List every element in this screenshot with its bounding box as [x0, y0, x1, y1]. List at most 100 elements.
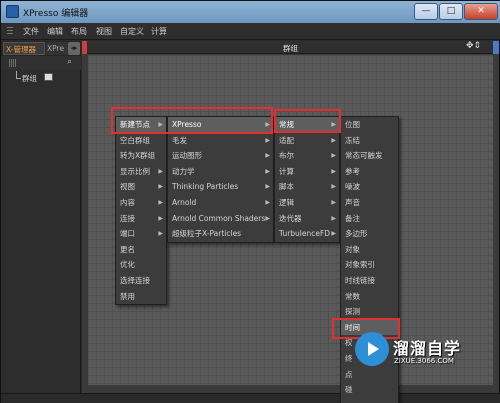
menu-view[interactable]: 视图 — [96, 26, 112, 37]
tab-x-manager[interactable]: X-管理器 — [3, 42, 45, 55]
xpresso-category-item[interactable]: TurbulenceFD ▶ — [275, 226, 339, 242]
panel-grip-icon — [9, 59, 17, 67]
general-node-item[interactable]: 多边形 — [341, 226, 398, 242]
xpresso-category-item[interactable]: 逻辑 ▶ — [275, 195, 339, 211]
search-icon[interactable]: ⌕ — [67, 57, 78, 68]
tree-item-group[interactable]: 群组 — [22, 73, 37, 84]
general-node-item-label: 终 — [345, 353, 353, 363]
node-category-item-label: 毛发 — [172, 135, 187, 145]
general-node-item[interactable]: 噪波 — [341, 179, 398, 195]
node-category-item-label: 超级粒子X-Particles — [172, 229, 242, 239]
node-category-item-label: Thinking Particles — [172, 182, 239, 192]
editor-title: 群组 — [283, 44, 298, 53]
xpresso-category-item[interactable]: 布尔 ▶ — [275, 148, 339, 164]
submenu-arrow-icon: ▶ — [158, 214, 163, 222]
xpresso-category-item-label: 迭代器 — [279, 213, 302, 223]
context-menu-item-label: 空白群组 — [120, 135, 150, 145]
general-node-item-label: 常数 — [345, 291, 360, 301]
context-menu-item[interactable]: 转为X群组 — [116, 148, 166, 164]
panel-toolbar: ⌕ — [1, 56, 81, 70]
tab-xpresso-pool[interactable]: XPre — [46, 42, 68, 55]
close-button[interactable]: ✕ — [464, 3, 498, 20]
node-category-item[interactable]: 运动图形 ▶ — [168, 148, 273, 164]
xpresso-category-item[interactable]: 适配 ▶ — [275, 133, 339, 149]
menu-custom[interactable]: 自定义 — [120, 26, 144, 37]
submenu-arrow-icon: ▶ — [331, 183, 336, 191]
submenu-arrow-icon: ▶ — [265, 136, 270, 144]
context-menu-item[interactable]: 选择连接 — [116, 273, 166, 289]
menu-layout[interactable]: 布局 — [71, 26, 87, 37]
context-menu-item-label: 选择连接 — [120, 275, 150, 285]
general-node-item[interactable]: 对象索引 — [341, 257, 398, 273]
general-node-item[interactable]: 声音 — [341, 195, 398, 211]
context-menu-item-label: 连接 — [120, 213, 135, 223]
highlight-new-node-xpresso — [111, 107, 273, 134]
general-node-item[interactable]: 碰 — [341, 382, 398, 398]
context-menu-item[interactable]: 禁用 — [116, 289, 166, 305]
general-node-item[interactable]: 位图 — [341, 117, 398, 133]
submenu-arrow-icon: ▶ — [158, 230, 163, 238]
context-menu-item-label: 显示比例 — [120, 166, 150, 176]
context-menu-item-label: 内容 — [120, 197, 135, 207]
context-menu-item-label: 优化 — [120, 260, 135, 270]
xpresso-category-item-label: 脚本 — [279, 182, 294, 192]
menu-edit[interactable]: 编辑 — [47, 26, 63, 37]
status-bar — [1, 393, 500, 403]
maximize-button[interactable]: □ — [439, 3, 463, 20]
general-node-item-label: 噪波 — [345, 182, 360, 192]
general-node-item-label: 权 — [345, 338, 353, 348]
context-menu-item-label: 更名 — [120, 244, 135, 254]
title-bar: XPresso 编辑器 — □ ✕ — [1, 1, 500, 23]
minimize-button[interactable]: — — [414, 3, 438, 20]
panel-tabs: X-管理器 XPre ◂▸ — [1, 41, 81, 56]
general-node-item[interactable]: 时线链接 — [341, 273, 398, 289]
general-node-item[interactable]: 常数 — [341, 289, 398, 305]
context-menu-item[interactable]: 端口 ▶ — [116, 226, 166, 242]
general-node-item[interactable]: 点 — [341, 367, 398, 383]
watermark-url: ZIXUE.3066.COM — [394, 357, 454, 365]
group-node-icon[interactable] — [44, 73, 53, 81]
general-node-item-label: 备注 — [345, 213, 360, 223]
node-category-item[interactable]: Arnold ▶ — [168, 195, 273, 211]
node-category-item[interactable]: 动力学 ▶ — [168, 164, 273, 180]
xpresso-category-item-label: 适配 — [279, 135, 294, 145]
submenu-arrow-icon: ▶ — [265, 198, 270, 206]
editor-header-handle[interactable] — [493, 41, 499, 54]
xpresso-category-item-label: 布尔 — [279, 151, 294, 161]
general-node-item[interactable]: 对象 — [341, 242, 398, 258]
node-category-item-label: Arnold Common Shaders — [172, 213, 266, 223]
general-node-item[interactable]: 参考 — [341, 164, 398, 180]
submenu-arrow-icon: ▶ — [331, 167, 336, 175]
new-node-submenu: XPresso ▶ 毛发 ▶ 运动图形 ▶ 动力学 ▶ Thinking Particles ▶ A… — [167, 116, 274, 243]
xpresso-category-item[interactable]: 计算 ▶ — [275, 164, 339, 180]
context-menu-item[interactable]: 内容 ▶ — [116, 195, 166, 211]
context-menu-item[interactable]: 优化 — [116, 257, 166, 273]
xpresso-category-item[interactable]: 迭代器 ▶ — [275, 211, 339, 227]
context-menu-item[interactable]: 空白群组 — [116, 133, 166, 149]
general-node-item[interactable]: 备注 — [341, 211, 398, 227]
submenu-arrow-icon: ▶ — [158, 198, 163, 206]
submenu-arrow-icon: ▶ — [265, 167, 270, 175]
node-category-item[interactable]: Thinking Particles ▶ — [168, 179, 273, 195]
tab-scroll-arrows-icon[interactable]: ◂▸ — [68, 42, 80, 55]
menu-file[interactable]: 文件 — [23, 26, 39, 37]
menu-calculate[interactable]: 计算 — [151, 26, 167, 37]
node-category-item[interactable]: Arnold Common Shaders ▶ — [168, 211, 273, 227]
xpresso-category-item[interactable]: 脚本 ▶ — [275, 179, 339, 195]
window-title: XPresso 编辑器 — [23, 9, 89, 19]
node-category-item[interactable]: 毛发 ▶ — [168, 133, 273, 149]
general-node-item-label: 声音 — [345, 197, 360, 207]
general-node-item[interactable]: 冻结 — [341, 133, 398, 149]
context-menu-item[interactable]: 显示比例 ▶ — [116, 164, 166, 180]
menubar-grip-icon — [7, 27, 13, 36]
general-node-item-label: 碰 — [345, 385, 353, 395]
context-menu-item[interactable]: 连接 ▶ — [116, 211, 166, 227]
submenu-arrow-icon: ▶ — [158, 183, 163, 191]
pan-zoom-icon[interactable]: ✥⇕ — [466, 41, 481, 51]
x-manager-panel: X-管理器 XPre ◂▸ ⌕ 群组 — [1, 41, 81, 403]
node-category-item[interactable]: 超级粒子X-Particles — [168, 226, 273, 242]
context-menu-item-label: 端口 — [120, 229, 135, 239]
context-menu-item[interactable]: 视图 ▶ — [116, 179, 166, 195]
context-menu-item[interactable]: 更名 — [116, 242, 166, 258]
general-node-item[interactable]: 常态可触发 — [341, 148, 398, 164]
